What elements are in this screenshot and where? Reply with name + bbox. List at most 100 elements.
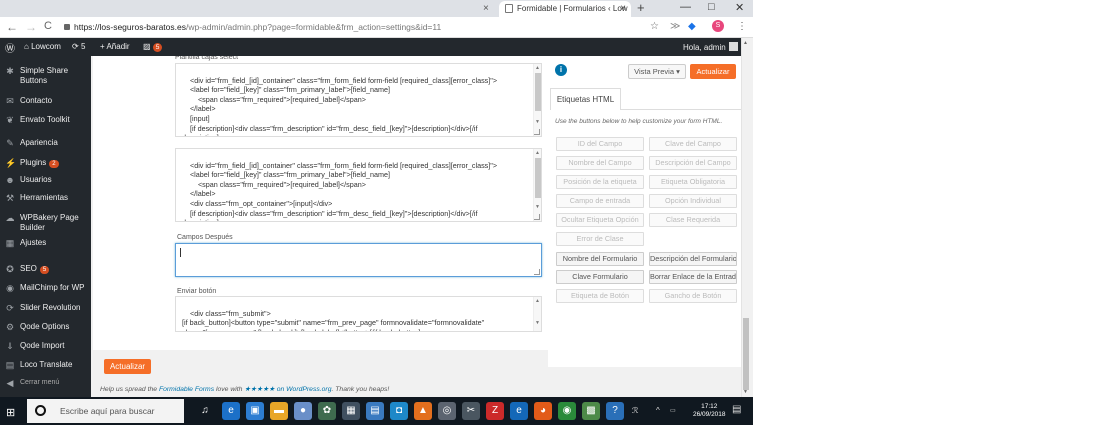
resize-handle-icon[interactable]: [534, 214, 540, 220]
tab-close-icon[interactable]: ×: [620, 3, 626, 14]
back-arrow-icon[interactable]: ←: [6, 20, 18, 34]
shortcode-button[interactable]: Ocultar Etiqueta Opción: [556, 213, 644, 227]
shortcode-button[interactable]: Gancho de Botón: [649, 289, 737, 303]
scroll-down-icon[interactable]: ▼: [535, 319, 540, 329]
app-icon-7[interactable]: ▩: [582, 402, 600, 420]
sidebar-item[interactable]: ⟳ Slider Revolution: [0, 303, 91, 313]
calculator-icon[interactable]: ▦: [342, 402, 360, 420]
taskbar-search[interactable]: Escribe aquí para buscar: [27, 399, 184, 423]
sidebar-item[interactable]: ❦ Envato Toolkit: [0, 115, 91, 125]
shortcode-button[interactable]: Nombre del Formulario: [556, 252, 644, 266]
wordpress-logo-icon[interactable]: Ⓦ: [5, 40, 15, 55]
app-icon-3[interactable]: ▤: [366, 402, 384, 420]
previous-tab-close-icon[interactable]: ×: [483, 3, 489, 14]
html-template-textarea-2[interactable]: <div id="frm_field_[id]_container" class…: [175, 148, 542, 222]
sidebar-item[interactable]: ◉ MailChimp for WP: [0, 283, 91, 293]
minimize-button[interactable]: —: [680, 1, 691, 13]
scroll-down-icon[interactable]: ▼: [535, 118, 540, 128]
textarea-scrollbar[interactable]: ▲ ▼: [533, 64, 541, 136]
firefox-icon[interactable]: ◕: [534, 402, 552, 420]
update-button-top[interactable]: Actualizar: [690, 64, 736, 79]
shortcode-button[interactable]: Campo de entrada: [556, 194, 644, 208]
sidebar-item[interactable]: ▤ Loco Translate: [0, 360, 91, 370]
shortcode-button[interactable]: Etiqueta de Botón: [556, 289, 644, 303]
app-icon-5[interactable]: ◎: [438, 402, 456, 420]
vlc-icon[interactable]: ▲: [414, 402, 432, 420]
network-icon[interactable]: ▭: [670, 407, 676, 414]
drive-extension-icon[interactable]: ◆: [688, 21, 696, 32]
sidebar-item[interactable]: ⇓ Qode Import: [0, 341, 91, 351]
scroll-thumb[interactable]: [743, 318, 749, 390]
reload-icon[interactable]: C: [44, 20, 52, 32]
resize-handle-icon[interactable]: [534, 269, 540, 275]
help-icon[interactable]: ?: [606, 402, 624, 420]
shortcode-button[interactable]: Opción Individual: [649, 194, 737, 208]
after-fields-textarea[interactable]: [175, 243, 542, 277]
shortcode-button[interactable]: Nombre del Campo: [556, 156, 644, 170]
sidebar-item[interactable]: ☁ WPBakery Page Builder: [0, 213, 91, 233]
tray-chevron-icon[interactable]: ^: [656, 406, 660, 415]
sidebar-item[interactable]: ▦ Ajustes: [0, 238, 91, 248]
extension-icon[interactable]: ≫: [670, 21, 680, 32]
submit-template-textarea[interactable]: <div class="frm_submit"> [if back_button…: [175, 296, 542, 332]
store-icon[interactable]: ▣: [246, 402, 264, 420]
shortcode-button[interactable]: Clave Formulario: [556, 270, 644, 284]
update-button-bottom[interactable]: Actualizar: [104, 359, 151, 374]
add-new-link[interactable]: + Añadir: [100, 42, 130, 51]
scroll-thumb[interactable]: [535, 73, 541, 111]
menu-icon[interactable]: ⋮: [737, 21, 747, 32]
app-icon-6[interactable]: ✂: [462, 402, 480, 420]
sidebar-item[interactable]: ☻ Usuarios: [0, 175, 91, 185]
scroll-up-icon[interactable]: ▲: [743, 40, 748, 46]
app-icon-1[interactable]: ●: [294, 402, 312, 420]
textarea-scrollbar[interactable]: ▲ ▼: [533, 297, 541, 331]
sidebar-item[interactable]: ✉ Contacto: [0, 96, 91, 106]
page-scrollbar[interactable]: ▲ ▼: [741, 38, 749, 397]
preview-dropdown-button[interactable]: Vista Previa ▾: [628, 64, 686, 79]
notifications-icon[interactable]: ▤: [732, 404, 741, 415]
sidebar-item[interactable]: ⚡ Plugins 2: [0, 158, 91, 168]
app-icon-2[interactable]: ✿: [318, 402, 336, 420]
ie-icon[interactable]: e: [510, 402, 528, 420]
new-tab-button[interactable]: +: [637, 0, 645, 15]
maximize-button[interactable]: □: [708, 1, 715, 13]
sidebar-item[interactable]: ✪ SEO 5: [0, 264, 91, 274]
bookmark-star-icon[interactable]: ☆: [650, 21, 659, 32]
site-name-link[interactable]: ⌂ Lowcom: [24, 42, 61, 51]
rating-link[interactable]: ★★★★★ on WordPress.org: [244, 386, 331, 393]
people-icon[interactable]: ℛ: [632, 406, 638, 415]
scroll-down-icon[interactable]: ▼: [743, 389, 748, 395]
shortcode-button[interactable]: Etiqueta Obligatoria: [649, 175, 737, 189]
edge-icon[interactable]: e: [222, 402, 240, 420]
sidebar-item[interactable]: ✎ Apariencia: [0, 138, 91, 148]
sidebar-item[interactable]: ⚙ Qode Options: [0, 322, 91, 332]
file-explorer-icon[interactable]: ▬: [270, 402, 288, 420]
profile-avatar[interactable]: S: [712, 20, 724, 32]
browser-tab[interactable]: Formidable | Formularios ‹ Low ×: [499, 1, 631, 17]
scroll-down-icon[interactable]: ▼: [535, 203, 540, 213]
sidebar-item[interactable]: ⚒ Herramientas: [0, 193, 91, 203]
seo-menu[interactable]: ▨ 5: [143, 42, 163, 52]
resize-handle-icon[interactable]: [534, 129, 540, 135]
microphone-icon[interactable]: ♫: [196, 402, 214, 420]
sidebar-item[interactable]: ✱ Simple Share Buttons: [0, 66, 91, 86]
filezilla-icon[interactable]: Z: [486, 402, 504, 420]
shortcode-button[interactable]: Error de Clase: [556, 232, 644, 246]
shortcode-button[interactable]: Posición de la etiqueta: [556, 175, 644, 189]
html-template-textarea-1[interactable]: <div id="frm_field_[id]_container" class…: [175, 63, 542, 137]
clock[interactable]: 17:12 26/09/2018: [693, 403, 726, 419]
updates-link[interactable]: ⟳ 5: [72, 42, 85, 51]
account-menu[interactable]: Hola, admin: [683, 42, 738, 52]
sidebar-item[interactable]: ◀ Cerrar menú: [0, 378, 91, 388]
textarea-scrollbar[interactable]: ▲ ▼: [533, 149, 541, 221]
formidable-forms-link[interactable]: Formidable Forms: [159, 386, 214, 393]
close-window-button[interactable]: ✕: [735, 1, 744, 14]
address-bar[interactable]: https://los-seguros-baratos.es/wp-admin/…: [62, 20, 662, 35]
scroll-up-icon[interactable]: ▲: [535, 297, 540, 307]
shortcode-button[interactable]: Clave del Campo: [649, 137, 737, 151]
tab-html-tags[interactable]: Etiquetas HTML: [550, 88, 621, 110]
shortcode-button[interactable]: ID del Campo: [556, 137, 644, 151]
shortcode-button[interactable]: Clase Requerida: [649, 213, 737, 227]
scroll-thumb[interactable]: [535, 158, 541, 198]
app-icon-4[interactable]: ◘: [390, 402, 408, 420]
